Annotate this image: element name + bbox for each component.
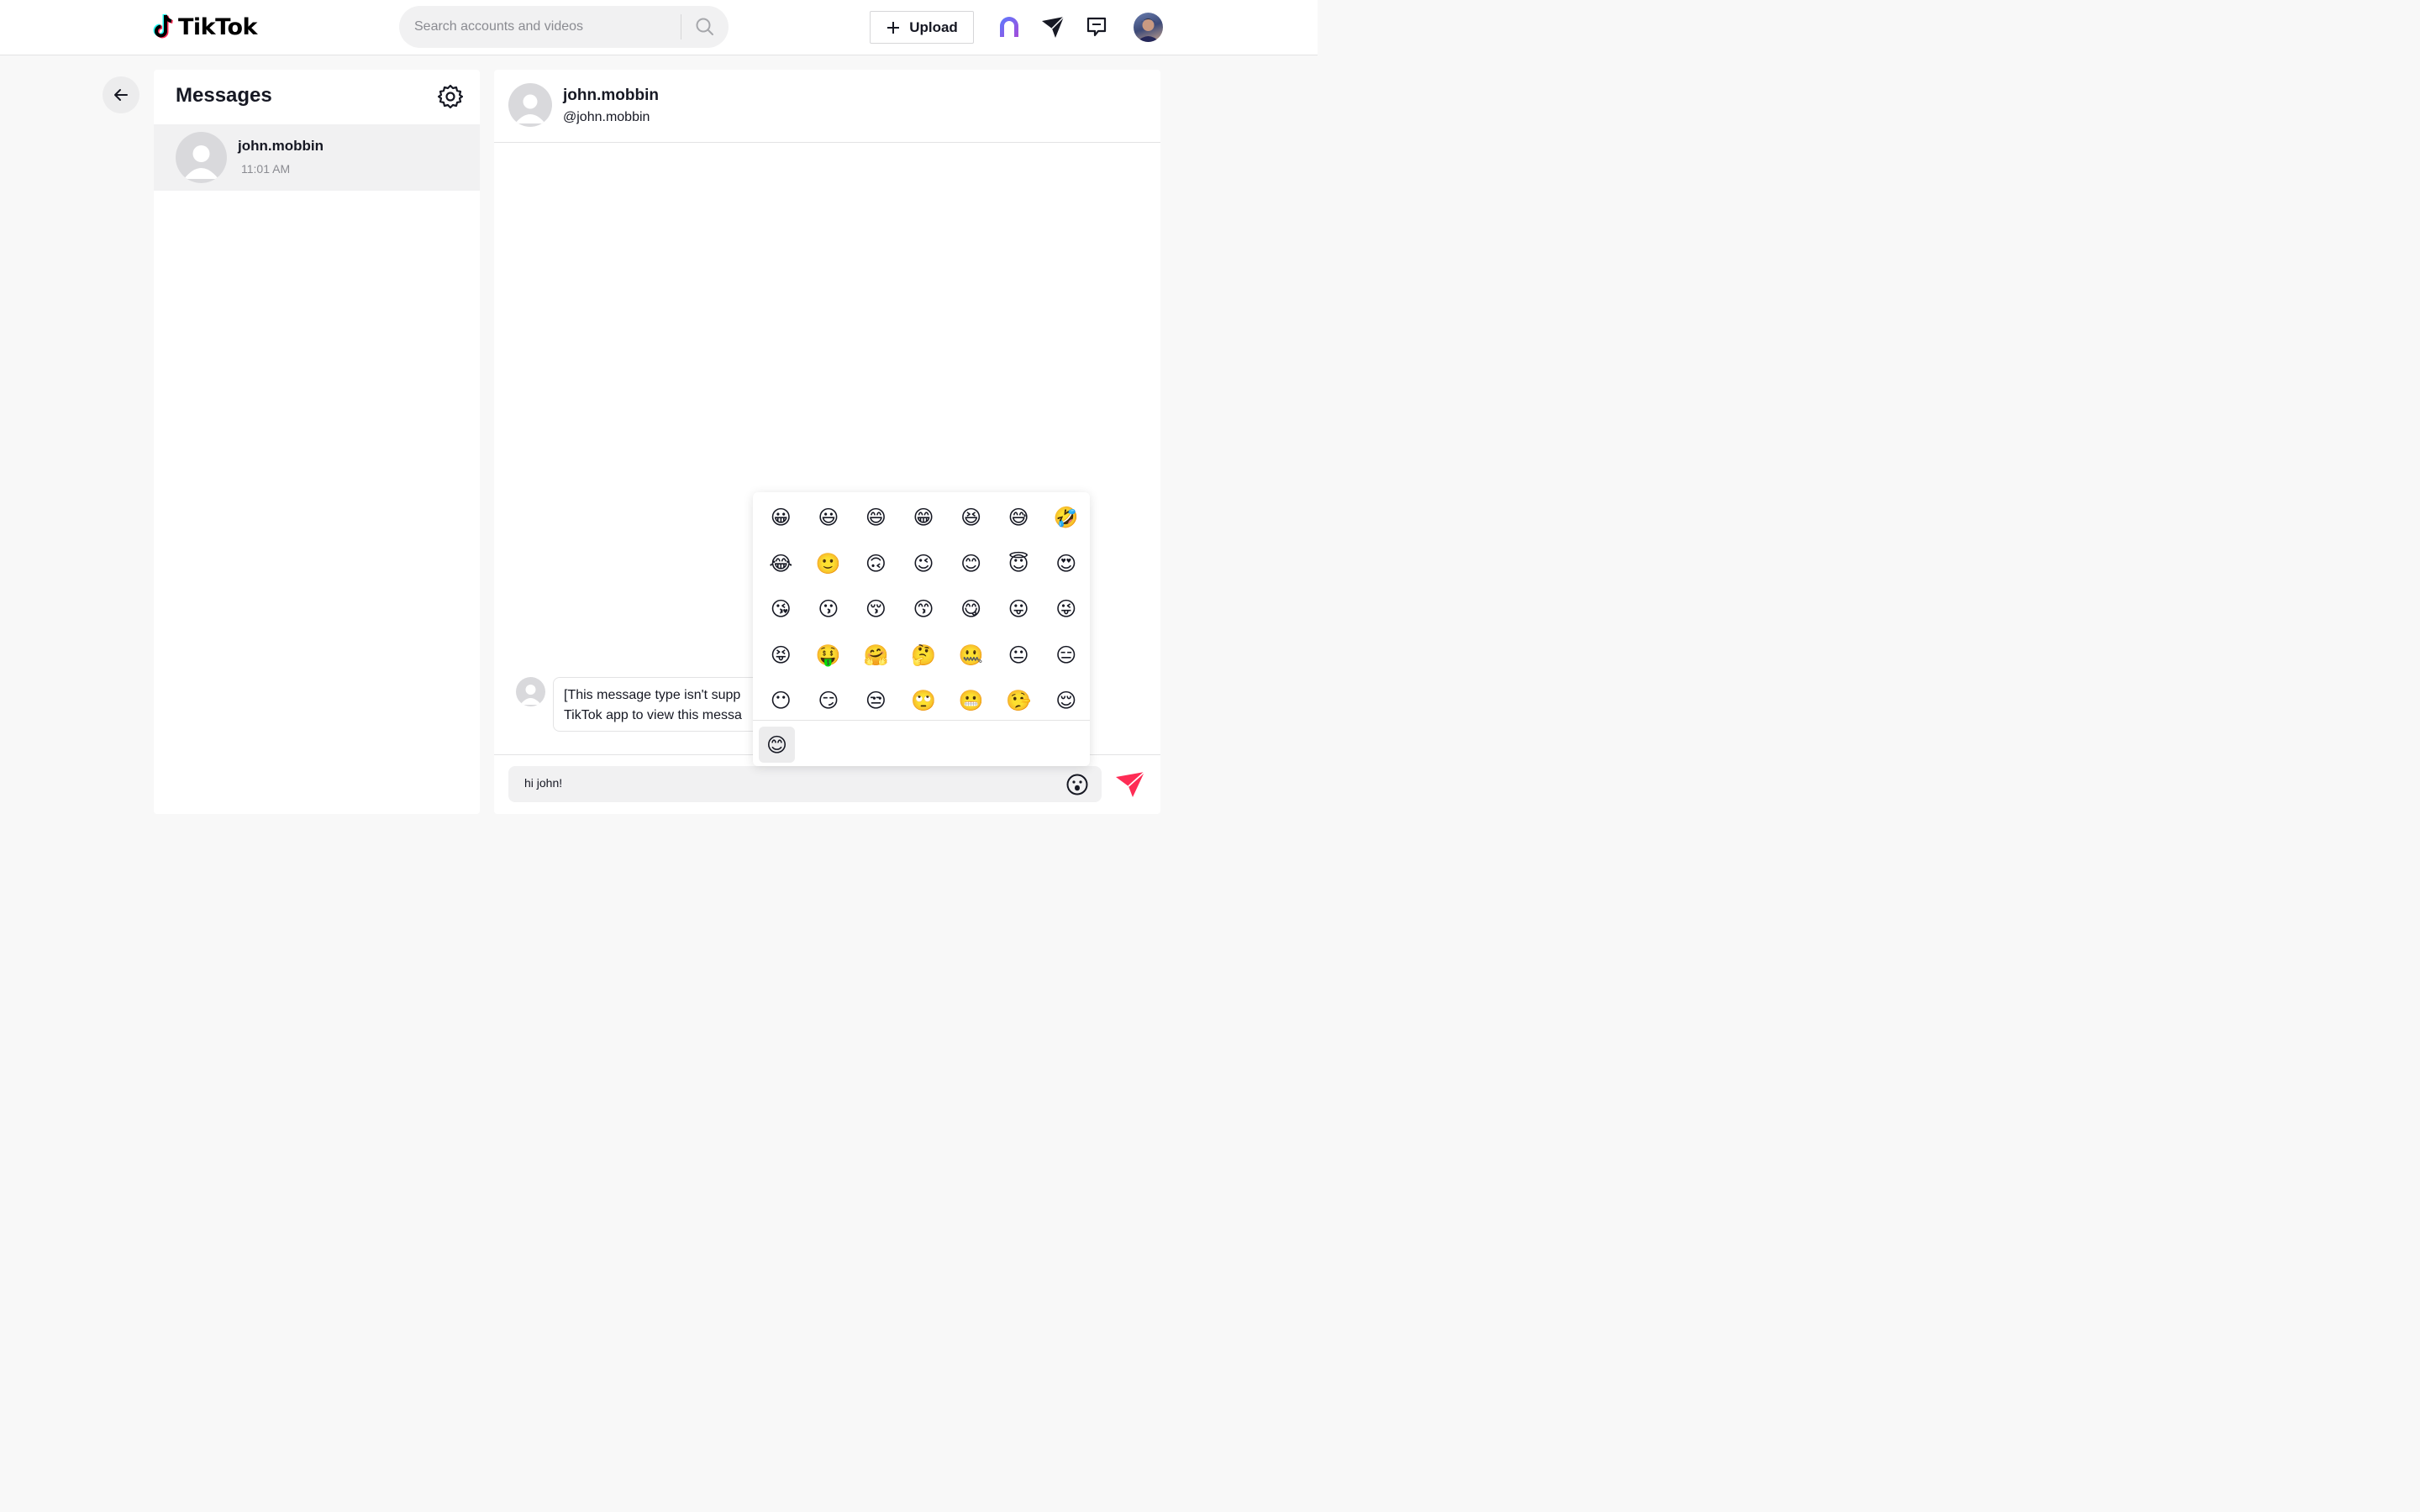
emoji-option[interactable]: 😛 [995, 586, 1043, 633]
chat-user-name[interactable]: john.mobbin [563, 87, 659, 105]
emoji-option[interactable]: 🤥 [995, 678, 1043, 724]
chat-user-avatar[interactable] [508, 83, 552, 127]
emoji-option[interactable]: 😚 [852, 586, 900, 633]
emoji-option[interactable]: 😑 [1042, 633, 1090, 679]
emoji-option[interactable]: 🤑 [805, 633, 853, 679]
emoji-option[interactable]: 😅 [995, 495, 1043, 541]
user-photo-icon [1137, 18, 1160, 42]
emoji-option[interactable]: 🤣 [1042, 495, 1090, 541]
creator-arch-icon [1000, 17, 1018, 37]
emoji-option[interactable]: 🙃 [852, 541, 900, 587]
emoji-row: 😂 🙂 🙃 😉 😊 😇 😍 [757, 541, 1090, 587]
search-bar [399, 6, 729, 48]
emoji-option[interactable]: 😀 [757, 495, 805, 541]
top-navigation-bar: TikTok Upload [0, 0, 1318, 55]
conversation-item[interactable]: john.mobbin 11:01 AM [154, 124, 480, 191]
logo-wordmark: TikTok [178, 13, 257, 40]
emoji-picker: 😀 😃 😄 😁 😆 😅 🤣 😂 🙂 🙃 😉 😊 😇 😍 😘 😗 😚 😙 😋 😛 😜 😝 🤑 🤗 🤔 🤐 😐 😑 😶 😏 😒 🙄 😬 🤥 😌 😊 [753, 492, 1090, 766]
emoji-option[interactable]: 😍 [1042, 541, 1090, 587]
emoji-picker-divider [753, 720, 1090, 721]
emoji-option[interactable]: 🙂 [805, 541, 853, 587]
emoji-grid: 😀 😃 😄 😁 😆 😅 🤣 😂 🙂 🙃 😉 😊 😇 😍 😘 😗 😚 😙 😋 😛 😜 😝 🤑 🤗 🤔 🤐 😐 😑 😶 😏 😒 🙄 😬 🤥 😌 [757, 495, 1090, 724]
message-text-line: TikTok app to view this messa [564, 708, 742, 722]
conversation-avatar [176, 132, 227, 183]
default-user-icon [515, 94, 545, 123]
emoji-option[interactable]: 😬 [947, 678, 995, 724]
search-button[interactable] [681, 6, 728, 48]
emoji-row: 😝 🤑 🤗 🤔 🤐 😐 😑 [757, 633, 1090, 679]
emoji-option[interactable]: 😘 [757, 586, 805, 633]
profile-avatar[interactable] [1134, 13, 1163, 42]
emoji-option[interactable]: 😐 [995, 633, 1043, 679]
emoji-option[interactable]: 😆 [947, 495, 995, 541]
chat-user-handle: @john.mobbin [563, 110, 650, 124]
emoji-option[interactable]: 😙 [900, 586, 948, 633]
emoji-option[interactable]: 🤐 [947, 633, 995, 679]
conversation-name: john.mobbin [238, 138, 324, 154]
emoji-row: 😶 😏 😒 🙄 😬 🤥 😌 [757, 678, 1090, 724]
upload-button[interactable]: Upload [870, 11, 974, 44]
message-input[interactable]: hi john! [524, 776, 562, 790]
emoji-option[interactable]: 😇 [995, 541, 1043, 587]
emoji-option[interactable]: 😌 [1042, 678, 1090, 724]
emoji-option[interactable]: 😝 [757, 633, 805, 679]
recent-emoji[interactable]: 😊 [759, 727, 795, 763]
tiktok-logo[interactable]: TikTok [151, 13, 257, 40]
emoji-option[interactable]: 😋 [947, 586, 995, 633]
message-text-line: [This message type isn't supp [564, 688, 741, 702]
emoji-option[interactable]: 😉 [900, 541, 948, 587]
emoji-row: 😀 😃 😄 😁 😆 😅 🤣 [757, 495, 1090, 541]
conversation-list-panel: Messages john.mobbin 11:01 AM [154, 70, 480, 814]
emoji-option[interactable]: 😜 [1042, 586, 1090, 633]
tiktok-note-icon [153, 13, 173, 39]
message-avatar[interactable] [516, 677, 545, 706]
gear-icon [437, 84, 464, 109]
back-button[interactable] [103, 76, 139, 113]
emoji-option[interactable]: 😊 [947, 541, 995, 587]
search-input[interactable] [399, 19, 681, 34]
paper-plane-icon [1042, 16, 1065, 38]
plus-icon [887, 21, 900, 34]
emoji-row: 😘 😗 😚 😙 😋 😛 😜 [757, 586, 1090, 633]
inbox-send-button[interactable] [1039, 13, 1066, 40]
conversation-time: 11:01 AM [241, 162, 291, 176]
send-plane-icon [1116, 771, 1145, 797]
emoji-option[interactable]: 🤗 [852, 633, 900, 679]
messages-button[interactable] [1083, 13, 1110, 40]
message-composer[interactable]: hi john! [508, 766, 1102, 802]
emoji-option[interactable]: 😃 [805, 495, 853, 541]
smiley-icon [1066, 774, 1088, 795]
send-button[interactable] [1114, 770, 1148, 799]
emoji-option[interactable]: 😏 [805, 678, 853, 724]
emoji-option[interactable]: 🤔 [900, 633, 948, 679]
emoji-option[interactable]: 😄 [852, 495, 900, 541]
emoji-option[interactable]: 😒 [852, 678, 900, 724]
chat-header: john.mobbin @john.mobbin [494, 70, 1160, 143]
emoji-button[interactable] [1065, 773, 1089, 796]
emoji-option[interactable]: 🙄 [900, 678, 948, 724]
emoji-option[interactable]: 😶 [757, 678, 805, 724]
search-icon [696, 18, 713, 35]
upload-label: Upload [909, 18, 958, 35]
message-bubble: [This message type isn't supp TikTok app… [553, 677, 771, 732]
default-user-icon [184, 145, 218, 179]
settings-button[interactable] [437, 84, 464, 109]
default-user-icon [520, 685, 541, 705]
tiktok-messages-page: TikTok Upload [0, 0, 1318, 823]
chat-bubble-icon [1086, 17, 1107, 37]
messages-title: Messages [176, 84, 272, 107]
emoji-option[interactable]: 😗 [805, 586, 853, 633]
emoji-option[interactable]: 😂 [757, 541, 805, 587]
emoji-option[interactable]: 😁 [900, 495, 948, 541]
creator-tools-button[interactable] [996, 13, 1023, 40]
arrow-left-icon [114, 89, 128, 101]
